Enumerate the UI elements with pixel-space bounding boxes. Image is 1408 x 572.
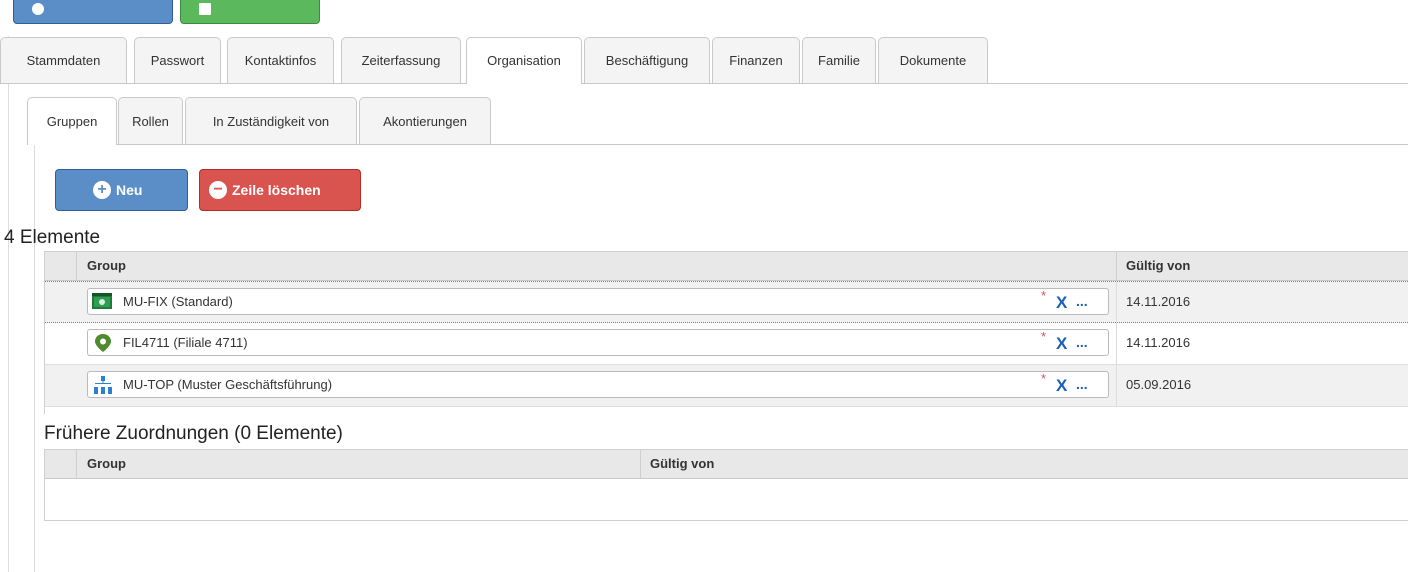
- required-marker: *: [1041, 329, 1047, 344]
- tab-familie[interactable]: Familie: [802, 37, 876, 83]
- column-header-valid-from[interactable]: Gültig von: [1126, 252, 1190, 280]
- column-divider: [1116, 252, 1117, 280]
- tab-beschaeftigung[interactable]: Beschäftigung: [584, 37, 710, 83]
- clear-button[interactable]: X: [1056, 289, 1067, 316]
- sub-tabs: Gruppen Rollen In Zuständigkeit von Akon…: [27, 97, 1408, 145]
- money-icon: [92, 293, 112, 309]
- valid-from-date: 14.11.2016: [1126, 335, 1191, 350]
- tab-finanzen[interactable]: Finanzen: [712, 37, 800, 83]
- clipped-top-button-1[interactable]: [13, 0, 173, 24]
- table-row[interactable]: FIL4711 (Filiale 4711) * X ... 14.11.201…: [45, 323, 1408, 365]
- column-header-group[interactable]: Group: [87, 252, 126, 280]
- column-divider: [1116, 282, 1117, 322]
- column-header-group[interactable]: Group: [87, 450, 126, 478]
- table-header: Group Gültig von: [45, 252, 1408, 281]
- new-button[interactable]: + Neu: [55, 169, 188, 211]
- more-button[interactable]: ...: [1076, 289, 1088, 314]
- tab-zeiterfassung[interactable]: Zeiterfassung: [341, 37, 461, 83]
- tab-dokumente[interactable]: Dokumente: [878, 37, 988, 83]
- table-row[interactable]: MU-FIX (Standard) * X ... 14.11.2016: [45, 281, 1408, 323]
- tab-akontierungen[interactable]: Akontierungen: [359, 97, 491, 144]
- column-divider: [640, 450, 641, 478]
- table-row[interactable]: MU-TOP (Muster Geschäftsführung) * X ...…: [45, 365, 1408, 407]
- new-button-label: Neu: [116, 182, 143, 198]
- clipped-top-button-2[interactable]: [180, 0, 320, 24]
- previous-assignments-heading: Frühere Zuordnungen (0 Elemente): [44, 423, 343, 444]
- tab-kontaktinfos[interactable]: Kontaktinfos: [227, 37, 334, 83]
- org-chart-icon: [94, 376, 112, 394]
- group-field[interactable]: MU-TOP (Muster Geschäftsführung) * X ...: [87, 371, 1109, 398]
- group-name: MU-FIX (Standard): [123, 294, 233, 309]
- minus-circle-icon: −: [209, 181, 227, 199]
- tab-gruppen[interactable]: Gruppen: [27, 97, 117, 145]
- button-icon: [199, 3, 211, 15]
- tab-organisation[interactable]: Organisation: [466, 37, 582, 84]
- previous-groups-table: Group Gültig von: [44, 449, 1408, 521]
- group-name: MU-TOP (Muster Geschäftsführung): [123, 377, 333, 392]
- valid-from-date: 14.11.2016: [1126, 294, 1191, 309]
- tab-passwort[interactable]: Passwort: [134, 37, 221, 83]
- tab-stammdaten[interactable]: Stammdaten: [0, 37, 127, 83]
- group-field[interactable]: MU-FIX (Standard) * X ...: [87, 288, 1109, 315]
- clear-button[interactable]: X: [1056, 372, 1067, 399]
- delete-row-button-label: Zeile löschen: [232, 182, 321, 198]
- plus-circle-icon: +: [93, 181, 111, 199]
- required-marker: *: [1041, 288, 1047, 303]
- column-header-valid-from[interactable]: Gültig von: [650, 450, 714, 478]
- column-divider: [1116, 365, 1117, 406]
- required-marker: *: [1041, 371, 1047, 386]
- page: Stammdaten Passwort Kontaktinfos Zeiterf…: [0, 0, 1408, 572]
- tab-rollen[interactable]: Rollen: [118, 97, 183, 144]
- groups-table: Group Gültig von MU-FIX (Standard) * X .…: [44, 251, 1408, 414]
- more-button[interactable]: ...: [1076, 330, 1088, 355]
- more-button[interactable]: ...: [1076, 372, 1088, 397]
- table-header: Group Gültig von: [45, 450, 1408, 479]
- divider: [34, 145, 35, 572]
- tab-in-zustaendigkeit-von[interactable]: In Zuständigkeit von: [185, 97, 357, 144]
- column-divider: [76, 252, 77, 280]
- column-divider: [1116, 323, 1117, 364]
- valid-from-date: 05.09.2016: [1126, 377, 1192, 392]
- clear-button[interactable]: X: [1056, 330, 1067, 357]
- tab-baseline: [0, 83, 1408, 84]
- group-name: FIL4711 (Filiale 4711): [123, 335, 248, 350]
- button-icon: [32, 3, 44, 15]
- divider: [8, 36, 9, 572]
- group-field[interactable]: FIL4711 (Filiale 4711) * X ...: [87, 329, 1109, 356]
- current-count-heading: 4 Elemente: [4, 227, 101, 248]
- main-tabs: Stammdaten Passwort Kontaktinfos Zeiterf…: [0, 37, 1408, 84]
- delete-row-button[interactable]: − Zeile löschen: [199, 169, 361, 211]
- location-pin-icon: [95, 334, 111, 352]
- column-divider: [76, 450, 77, 478]
